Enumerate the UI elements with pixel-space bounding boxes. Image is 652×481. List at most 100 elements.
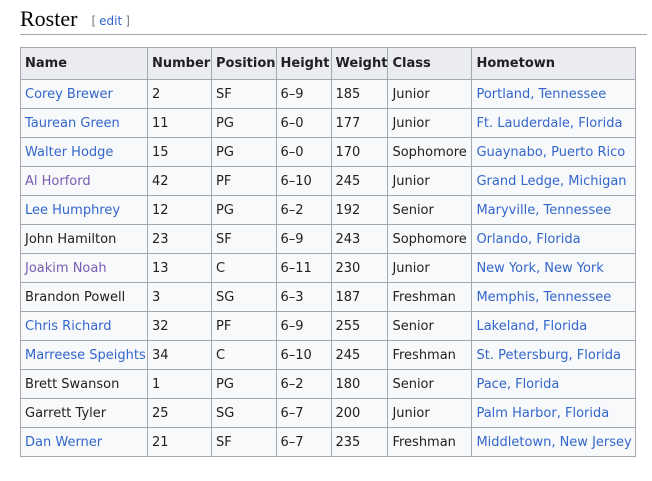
table-row: John Hamilton 23 SF 6–9 243 Sophomore Orlando,… xyxy=(20,224,637,254)
edit-bracket-open: [ xyxy=(91,14,97,28)
hometown-link[interactable]: Orlando, Florida xyxy=(476,232,580,247)
player-link[interactable]: Corey Brewer xyxy=(25,87,113,102)
table-row: Taurean Green 11 PG 6–0 177 Junior Ft. Lauderd… xyxy=(20,108,637,138)
cell-number: 3 xyxy=(147,282,212,312)
cell-number: 25 xyxy=(147,398,212,428)
table-row: Al Horford 42 PF 6–10 245 Junior Grand Ledge, … xyxy=(20,166,637,196)
cell-weight: 200 xyxy=(330,398,389,428)
cell-position: SF xyxy=(211,224,277,254)
column-header-class: Class xyxy=(387,47,473,80)
cell-position: SG xyxy=(211,282,277,312)
cell-height: 6–3 xyxy=(275,282,332,312)
cell-position: SF xyxy=(211,79,277,109)
cell-class: Sophomore xyxy=(387,137,473,167)
cell-position: PG xyxy=(211,108,277,138)
cell-weight: 230 xyxy=(330,253,389,283)
player-link[interactable]: Dan Werner xyxy=(25,435,102,450)
cell-number: 1 xyxy=(147,369,212,399)
cell-hometown: Ft. Lauderdale, Florida xyxy=(471,108,637,138)
edit-bracket-close: ] xyxy=(125,14,130,28)
table-header-row: Name Number Position Height Weight Class… xyxy=(20,47,637,80)
cell-hometown: Memphis, Tennessee xyxy=(471,282,637,312)
cell-weight: 187 xyxy=(330,282,389,312)
cell-height: 6–9 xyxy=(275,311,332,341)
roster-body: Corey Brewer 2 SF 6–9 185 Junior Portland, Ten… xyxy=(20,79,637,457)
cell-position: PG xyxy=(211,369,277,399)
cell-name: Brett Swanson xyxy=(20,369,148,399)
cell-height: 6–10 xyxy=(275,340,332,370)
hometown-link[interactable]: Palm Harbor, Florida xyxy=(476,406,609,421)
cell-weight: 235 xyxy=(330,427,389,457)
cell-height: 6–9 xyxy=(275,224,332,254)
hometown-link[interactable]: Lakeland, Florida xyxy=(476,319,587,334)
player-link[interactable]: Chris Richard xyxy=(25,319,112,334)
hometown-link[interactable]: Maryville, Tennessee xyxy=(476,203,611,218)
cell-name: Joakim Noah xyxy=(20,253,148,283)
section-header: Roster [edit] xyxy=(20,6,647,35)
player-link[interactable]: Lee Humphrey xyxy=(25,203,120,218)
cell-weight: 192 xyxy=(330,195,389,225)
cell-position: SG xyxy=(211,398,277,428)
table-row: Walter Hodge 15 PG 6–0 170 Sophomore Guaynabo,… xyxy=(20,137,637,167)
cell-hometown: Middletown, New Jersey xyxy=(471,427,637,457)
cell-weight: 170 xyxy=(330,137,389,167)
hometown-link[interactable]: Grand Ledge, Michigan xyxy=(476,174,626,189)
cell-weight: 180 xyxy=(330,369,389,399)
cell-number: 21 xyxy=(147,427,212,457)
edit-section: [edit] xyxy=(91,14,129,34)
edit-link[interactable]: edit xyxy=(99,14,122,28)
cell-position: PF xyxy=(211,166,277,196)
hometown-link[interactable]: New York, New York xyxy=(476,261,603,276)
cell-height: 6–0 xyxy=(275,137,332,167)
cell-position: C xyxy=(211,253,277,283)
cell-height: 6–2 xyxy=(275,195,332,225)
cell-name: Lee Humphrey xyxy=(20,195,148,225)
cell-name: John Hamilton xyxy=(20,224,148,254)
cell-position: C xyxy=(211,340,277,370)
cell-hometown: Palm Harbor, Florida xyxy=(471,398,637,428)
cell-class: Junior xyxy=(387,79,473,109)
cell-hometown: Guaynabo, Puerto Rico xyxy=(471,137,637,167)
cell-number: 34 xyxy=(147,340,212,370)
hometown-link[interactable]: Ft. Lauderdale, Florida xyxy=(476,116,622,131)
player-link[interactable]: Taurean Green xyxy=(25,116,120,131)
hometown-link[interactable]: St. Petersburg, Florida xyxy=(476,348,621,363)
cell-hometown: Maryville, Tennessee xyxy=(471,195,637,225)
player-link[interactable]: Al Horford xyxy=(25,174,91,189)
cell-weight: 185 xyxy=(330,79,389,109)
hometown-link[interactable]: Guaynabo, Puerto Rico xyxy=(476,145,625,160)
cell-class: Senior xyxy=(387,369,473,399)
player-link[interactable]: Marreese Speights xyxy=(25,348,146,363)
table-row: Garrett Tyler 25 SG 6–7 200 Junior Palm Harbor… xyxy=(20,398,637,428)
cell-weight: 245 xyxy=(330,340,389,370)
hometown-link[interactable]: Portland, Tennessee xyxy=(476,87,606,102)
cell-class: Freshman xyxy=(387,340,473,370)
cell-hometown: Orlando, Florida xyxy=(471,224,637,254)
cell-name: Brandon Powell xyxy=(20,282,148,312)
cell-height: 6–9 xyxy=(275,79,332,109)
table-row: Brett Swanson 1 PG 6–2 180 Senior Pace, Florid… xyxy=(20,369,637,399)
cell-class: Junior xyxy=(387,253,473,283)
hometown-link[interactable]: Pace, Florida xyxy=(476,377,559,392)
cell-height: 6–2 xyxy=(275,369,332,399)
cell-hometown: New York, New York xyxy=(471,253,637,283)
cell-weight: 255 xyxy=(330,311,389,341)
cell-weight: 245 xyxy=(330,166,389,196)
hometown-link[interactable]: Memphis, Tennessee xyxy=(476,290,611,305)
table-row: Marreese Speights 34 C 6–10 245 Freshman St. P… xyxy=(20,340,637,370)
table-row: Dan Werner 21 SF 6–7 235 Freshman Middletown, … xyxy=(20,427,637,457)
cell-number: 42 xyxy=(147,166,212,196)
cell-number: 23 xyxy=(147,224,212,254)
hometown-link[interactable]: Middletown, New Jersey xyxy=(476,435,631,450)
cell-hometown: Portland, Tennessee xyxy=(471,79,637,109)
cell-class: Junior xyxy=(387,398,473,428)
cell-name: Marreese Speights xyxy=(20,340,148,370)
player-link[interactable]: Walter Hodge xyxy=(25,145,113,160)
cell-height: 6–11 xyxy=(275,253,332,283)
column-header-weight: Weight xyxy=(330,47,389,80)
player-link[interactable]: Joakim Noah xyxy=(25,261,107,276)
cell-number: 15 xyxy=(147,137,212,167)
cell-class: Sophomore xyxy=(387,224,473,254)
cell-height: 6–7 xyxy=(275,427,332,457)
table-row: Joakim Noah 13 C 6–11 230 Junior New York, New… xyxy=(20,253,637,283)
